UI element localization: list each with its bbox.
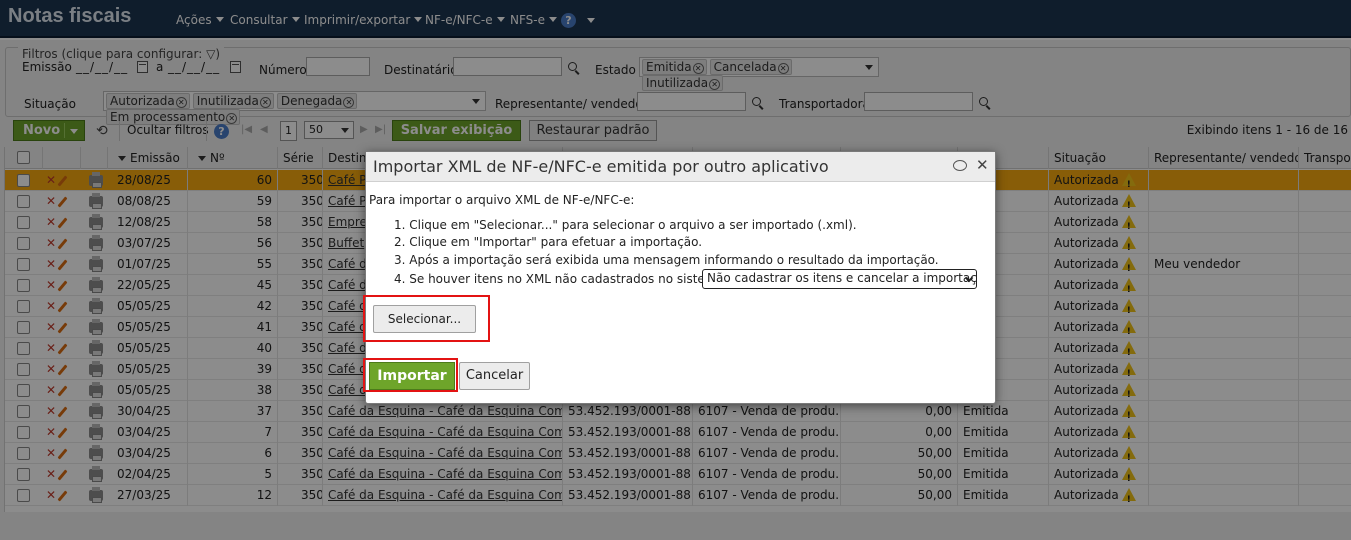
instruction-step: 1. Clique em "Selecionar..." para seleci… <box>394 218 857 232</box>
dialog-titlebar: Importar XML de NF-e/NFC-e emitida por o… <box>366 152 995 182</box>
cancelar-button[interactable]: Cancelar <box>459 362 530 390</box>
dialog-title: Importar XML de NF-e/NFC-e emitida por o… <box>373 157 829 176</box>
missing-items-select-value: Não cadastrar os itens e cancelar a impo… <box>707 271 977 285</box>
instruction-step: 4. Se houver itens no XML não cadastrado… <box>394 272 728 286</box>
instruction-step: 3. Após a importação será exibida uma me… <box>394 253 939 267</box>
selecionar-button[interactable]: Selecionar... <box>373 305 476 333</box>
close-icon[interactable]: ✕ <box>976 156 989 174</box>
chat-icon[interactable] <box>953 160 967 171</box>
missing-items-select[interactable]: Não cadastrar os itens e cancelar a impo… <box>702 269 977 289</box>
instruction-step: 2. Clique em "Importar" para efetuar a i… <box>394 235 703 249</box>
importar-button[interactable]: Importar <box>369 362 455 390</box>
dialog-intro: Para importar o arquivo XML de NF-e/NFC-… <box>369 193 635 207</box>
import-xml-dialog: Importar XML de NF-e/NFC-e emitida por o… <box>363 151 996 404</box>
